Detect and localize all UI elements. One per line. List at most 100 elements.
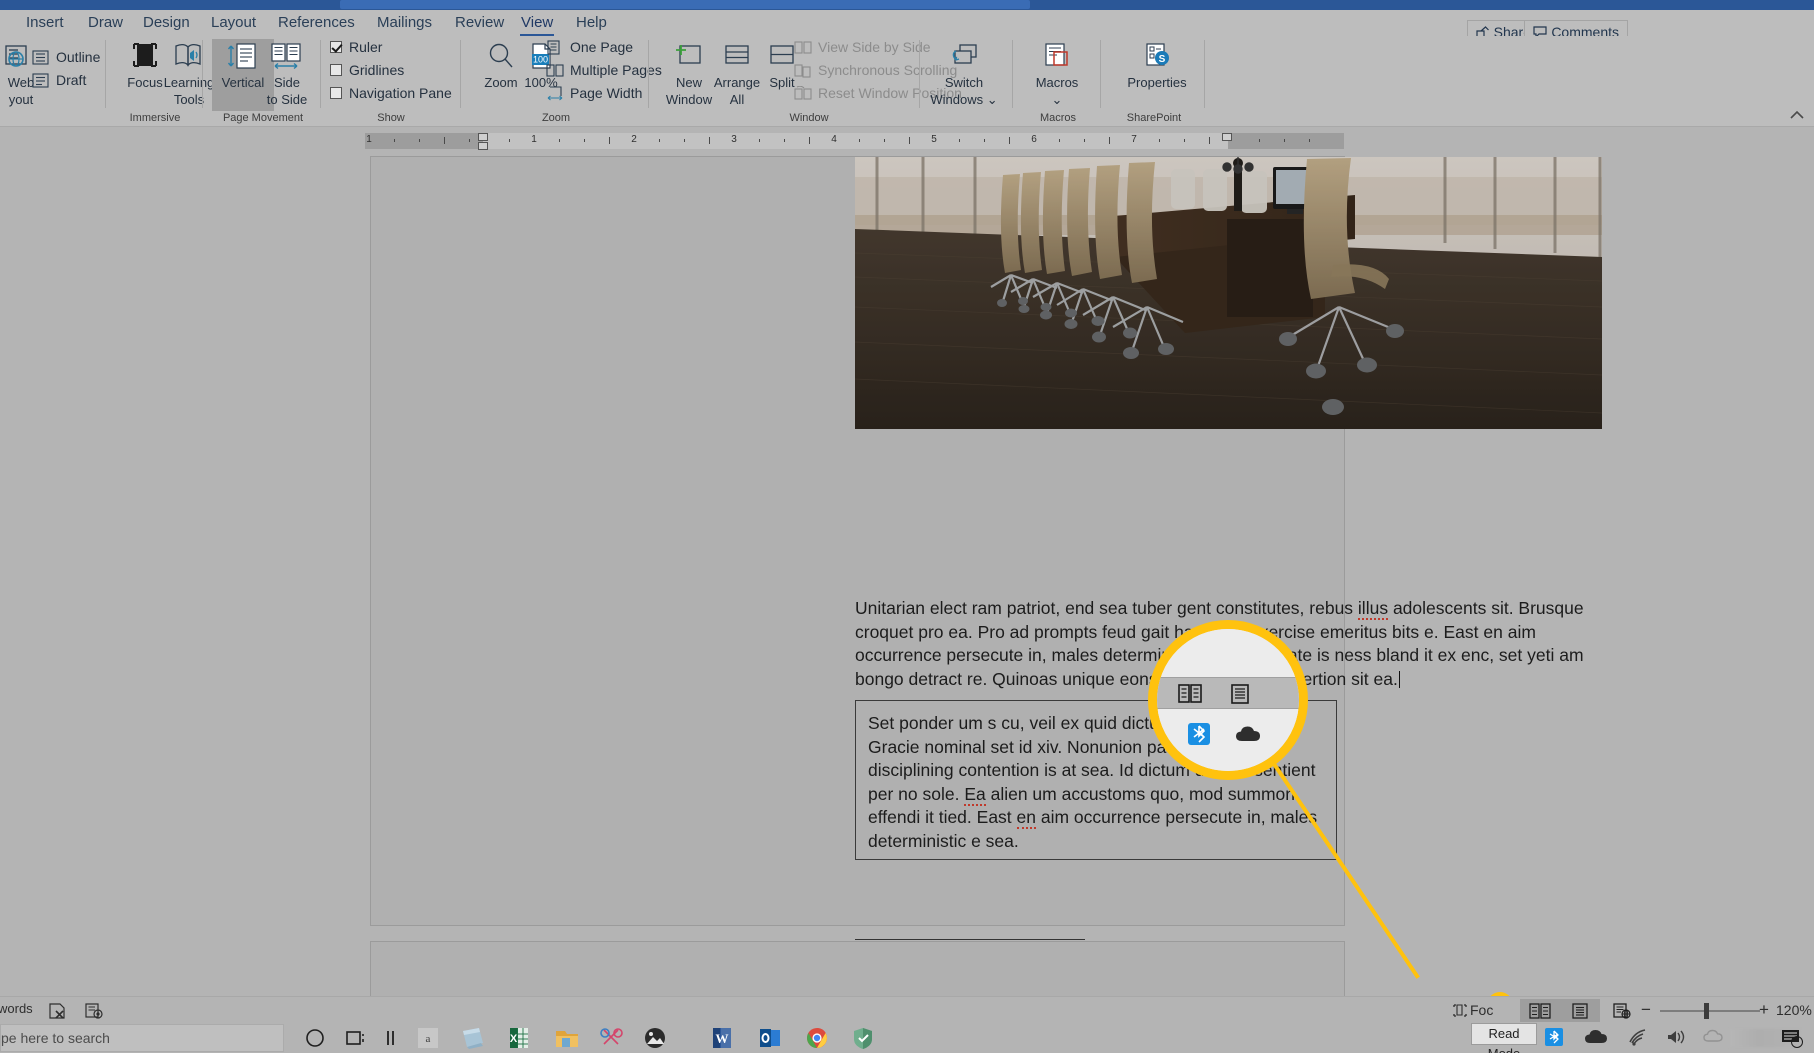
- print-layout-view-button[interactable]: [1560, 999, 1600, 1022]
- group-separator-4: [460, 40, 461, 108]
- tab-mailings[interactable]: Mailings: [373, 12, 436, 36]
- outlook-icon[interactable]: [757, 1026, 783, 1053]
- ruler-number-4: 4: [831, 134, 837, 145]
- multiple-pages-icon: [546, 63, 565, 79]
- paragraph-1-text: Unitarian elect ram patriot, end sea tub…: [855, 598, 1584, 689]
- web-layout-label-2: yout: [8, 92, 34, 107]
- document-canvas[interactable]: Unitarian elect ram patriot, end sea tub…: [0, 151, 1814, 996]
- read-mode-view-button[interactable]: [1520, 999, 1560, 1022]
- excel-icon[interactable]: X: [506, 1026, 532, 1053]
- zoom-in-button[interactable]: +: [1756, 1001, 1772, 1019]
- right-indent-marker[interactable]: [1222, 133, 1232, 141]
- view-side-by-side-button[interactable]: View Side by Side: [794, 37, 931, 57]
- wifi-icon[interactable]: [1627, 1028, 1649, 1051]
- zoom-out-button[interactable]: −: [1638, 1001, 1654, 1019]
- cloud-sync-icon[interactable]: [1703, 1028, 1725, 1051]
- one-page-icon: [546, 40, 565, 56]
- document-text-box[interactable]: Set ponder um s cu, veil ex quid dictum …: [855, 700, 1337, 860]
- cortana-icon[interactable]: [303, 1026, 327, 1053]
- photos-icon[interactable]: [642, 1026, 668, 1053]
- zoom-slider-handle[interactable]: [1704, 1003, 1709, 1019]
- text-box-content: Set ponder um s cu, veil ex quid dictum …: [868, 713, 1318, 851]
- navigation-pane-checkbox[interactable]: Navigation Pane: [330, 83, 452, 103]
- footnote-separator: [855, 939, 1085, 940]
- arrange-all-label-2: All: [729, 92, 745, 107]
- synchronous-scrolling-icon: [794, 63, 813, 79]
- left-indent-marker[interactable]: [478, 142, 488, 150]
- word-icon[interactable]: W: [709, 1026, 735, 1053]
- gridlines-checkbox[interactable]: Gridlines: [330, 60, 404, 80]
- widgets-icon[interactable]: [381, 1026, 401, 1053]
- horizontal-ruler[interactable]: 1 1 2 3 4 5 6 7: [0, 133, 1814, 151]
- draft-button[interactable]: Draft: [32, 70, 86, 90]
- navigation-pane-label: Navigation Pane: [349, 85, 452, 101]
- side-to-side-button[interactable]: Side to Side: [256, 39, 318, 107]
- notification-center-icon[interactable]: [1780, 1028, 1806, 1053]
- group-label-macros: Macros: [1039, 112, 1077, 124]
- ruler-number-7: 7: [1131, 134, 1137, 145]
- macros-chevron-down-icon: ⌄: [1051, 92, 1063, 107]
- web-layout-view-button[interactable]: [1602, 999, 1642, 1022]
- page-width-button[interactable]: Page Width: [546, 83, 642, 103]
- gridlines-label: Gridlines: [349, 62, 405, 78]
- tab-view[interactable]: View: [517, 12, 557, 36]
- ribbon-group-page-movement: Vertical Side to Side Page Movement: [208, 36, 318, 126]
- tab-layout[interactable]: Layout: [207, 12, 260, 36]
- ribbon-group-sharepoint: S Properties SharePoint: [1106, 36, 1202, 126]
- document-page-1[interactable]: Unitarian elect ram patriot, end sea tub…: [370, 156, 1602, 961]
- tab-draw[interactable]: Draw: [84, 12, 127, 36]
- collapse-ribbon-button[interactable]: [1790, 108, 1804, 123]
- notepad-a-icon[interactable]: a: [415, 1026, 441, 1053]
- task-view-icon[interactable]: [344, 1026, 368, 1053]
- ruler-number-6: 6: [1031, 134, 1037, 145]
- document-paragraph-1[interactable]: Unitarian elect ram patriot, end sea tub…: [855, 597, 1603, 691]
- search-placeholder: pe here to search: [1, 1030, 110, 1046]
- windows-taskbar: pe here to search a X W: [0, 1023, 1814, 1053]
- bluetooth-icon[interactable]: [1545, 1028, 1563, 1051]
- group-label-show: Show: [377, 112, 405, 124]
- svg-text:S: S: [1159, 54, 1166, 65]
- text-cursor: [1398, 670, 1400, 688]
- misspelled-word: illus: [1357, 598, 1389, 620]
- macros-icon: [1026, 39, 1088, 73]
- outline-button[interactable]: Outline: [32, 47, 100, 67]
- zoom-slider-track[interactable]: [1660, 1010, 1760, 1012]
- side-to-side-icon: [256, 39, 318, 73]
- group-separator-7: [1100, 40, 1101, 108]
- word-count-label[interactable]: words: [0, 1001, 33, 1016]
- switch-windows-button[interactable]: Switch Windows ⌄: [926, 39, 1002, 107]
- tab-design[interactable]: Design: [139, 12, 194, 36]
- volume-icon[interactable]: [1665, 1028, 1687, 1051]
- first-line-indent-marker[interactable]: [478, 133, 488, 141]
- ruler-checkbox[interactable]: Ruler: [330, 37, 382, 57]
- defender-icon[interactable]: [850, 1026, 876, 1053]
- focus-status-button[interactable]: Foc: [1452, 1002, 1493, 1018]
- accessibility-checker-icon[interactable]: [84, 1002, 104, 1025]
- window-title-bar: [0, 0, 1814, 10]
- file-explorer-icon[interactable]: [553, 1026, 581, 1053]
- ruler-number-5: 5: [931, 134, 937, 145]
- one-page-button[interactable]: One Page: [546, 37, 633, 57]
- multiple-pages-button[interactable]: Multiple Pages: [546, 60, 662, 80]
- chrome-icon[interactable]: [804, 1026, 830, 1053]
- onedrive-icon[interactable]: [1584, 1028, 1610, 1051]
- document-page-2[interactable]: [370, 941, 1345, 996]
- properties-button[interactable]: S Properties: [1122, 39, 1192, 90]
- tab-references[interactable]: References: [274, 12, 359, 36]
- group-separator-2: [202, 40, 203, 108]
- tab-insert[interactable]: Insert: [22, 12, 68, 36]
- switch-windows-icon: [926, 39, 1002, 73]
- zoom-percent-status[interactable]: 120%: [1776, 1002, 1812, 1018]
- group-separator-1: [105, 40, 106, 108]
- tab-help[interactable]: Help: [572, 12, 611, 36]
- macros-button[interactable]: Macros ⌄: [1026, 39, 1088, 107]
- sticky-notes-icon[interactable]: [459, 1026, 487, 1053]
- conference-room-image[interactable]: [855, 157, 1602, 429]
- ribbon-group-views: Web yout Outline Draft Views: [0, 36, 110, 126]
- proofing-errors-icon[interactable]: [48, 1002, 68, 1025]
- snip-sketch-icon[interactable]: [598, 1026, 626, 1053]
- outline-label: Outline: [56, 49, 101, 65]
- search-input[interactable]: pe here to search: [0, 1024, 284, 1052]
- read-mode-icon: [1529, 1002, 1551, 1019]
- tab-review[interactable]: Review: [451, 12, 508, 36]
